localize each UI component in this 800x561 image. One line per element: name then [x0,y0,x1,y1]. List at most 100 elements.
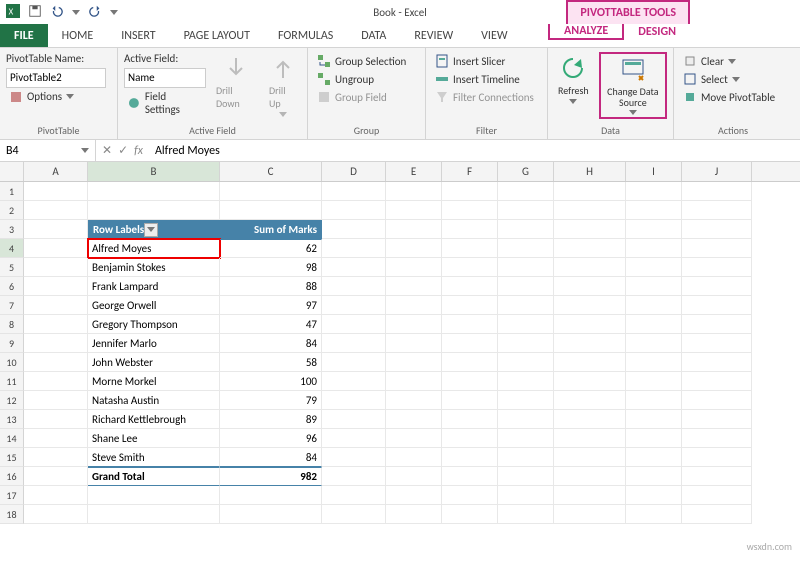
cell[interactable] [626,505,682,524]
cell[interactable] [498,182,554,201]
cell[interactable] [386,201,442,220]
cell[interactable] [554,220,626,239]
drill-up-button[interactable]: Drill Up [265,52,301,119]
cell[interactable] [322,391,386,410]
row-header[interactable]: 8 [0,315,24,334]
column-header[interactable]: F [442,162,498,181]
cell[interactable] [386,372,442,391]
refresh-button[interactable]: Refresh [554,52,593,106]
cell[interactable] [554,315,626,334]
cell[interactable]: Shane Lee [88,429,220,448]
cell[interactable] [386,486,442,505]
cell[interactable] [442,372,498,391]
cell[interactable]: 84 [220,334,322,353]
row-header[interactable]: 5 [0,258,24,277]
column-header[interactable]: B [88,162,220,181]
cell[interactable]: George Orwell [88,296,220,315]
cell[interactable] [442,182,498,201]
cell[interactable] [24,201,88,220]
cell[interactable] [322,277,386,296]
cell[interactable] [322,429,386,448]
cell[interactable]: 58 [220,353,322,372]
cell[interactable] [442,296,498,315]
row-header[interactable]: 18 [0,505,24,524]
cell[interactable] [24,505,88,524]
cell[interactable]: 98 [220,258,322,277]
cell[interactable]: Grand Total [88,467,220,486]
select-button[interactable]: Select [680,70,786,88]
cell[interactable] [322,505,386,524]
cell[interactable] [682,505,752,524]
cell[interactable] [682,467,752,486]
cell[interactable] [682,391,752,410]
cell[interactable] [498,201,554,220]
cell[interactable] [554,372,626,391]
cell[interactable]: 62 [220,239,322,258]
cell[interactable] [682,296,752,315]
cell[interactable]: 982 [220,467,322,486]
cell[interactable] [386,353,442,372]
enter-icon[interactable]: ✓ [118,143,128,158]
chevron-down-icon[interactable] [81,148,89,153]
cell[interactable] [322,220,386,239]
tab-data[interactable]: DATA [347,24,400,47]
cell[interactable] [554,391,626,410]
column-header[interactable]: H [554,162,626,181]
cell[interactable] [682,258,752,277]
cell[interactable] [626,391,682,410]
cell[interactable] [626,315,682,334]
cell[interactable] [498,277,554,296]
cell[interactable] [498,258,554,277]
cell[interactable] [322,258,386,277]
tab-review[interactable]: REVIEW [400,24,467,47]
cell[interactable]: Benjamin Stokes [88,258,220,277]
tab-analyze[interactable]: ANALYZE [548,24,624,40]
cell[interactable] [682,277,752,296]
cell[interactable] [554,505,626,524]
cell[interactable] [24,258,88,277]
cancel-icon[interactable]: ✕ [102,143,112,158]
cell[interactable] [626,334,682,353]
cell[interactable] [498,353,554,372]
cell[interactable] [626,239,682,258]
active-field-input[interactable] [124,68,206,88]
cell[interactable] [682,429,752,448]
cell[interactable]: Frank Lampard [88,277,220,296]
row-header[interactable]: 9 [0,334,24,353]
row-header[interactable]: 12 [0,391,24,410]
cell[interactable] [498,448,554,467]
cell[interactable]: Natasha Austin [88,391,220,410]
row-header[interactable]: 1 [0,182,24,201]
cell[interactable] [626,486,682,505]
cell[interactable] [554,296,626,315]
cell[interactable] [554,353,626,372]
column-header[interactable]: A [24,162,88,181]
cell[interactable] [554,410,626,429]
formula-input[interactable]: Alfred Moyes [149,140,800,161]
cell[interactable] [24,296,88,315]
cell[interactable] [322,201,386,220]
cell[interactable] [386,429,442,448]
ungroup-button[interactable]: Ungroup [314,70,419,88]
column-header[interactable]: E [386,162,442,181]
cell[interactable] [386,410,442,429]
tab-design[interactable]: DESIGN [624,24,690,40]
cell[interactable] [626,182,682,201]
row-header[interactable]: 2 [0,201,24,220]
cell[interactable] [682,353,752,372]
cell[interactable] [626,277,682,296]
cell[interactable] [322,410,386,429]
cell[interactable] [626,429,682,448]
insert-slicer-button[interactable]: Insert Slicer [432,52,541,70]
cell[interactable] [322,467,386,486]
cell[interactable]: 89 [220,410,322,429]
filter-connections-button[interactable]: Filter Connections [432,88,541,106]
row-header[interactable]: 4 [0,239,24,258]
cell[interactable] [386,315,442,334]
cell[interactable] [386,182,442,201]
cell[interactable] [626,372,682,391]
cell[interactable] [386,296,442,315]
cell[interactable]: Row Labels [88,220,220,239]
cell[interactable] [442,353,498,372]
cell[interactable] [554,277,626,296]
